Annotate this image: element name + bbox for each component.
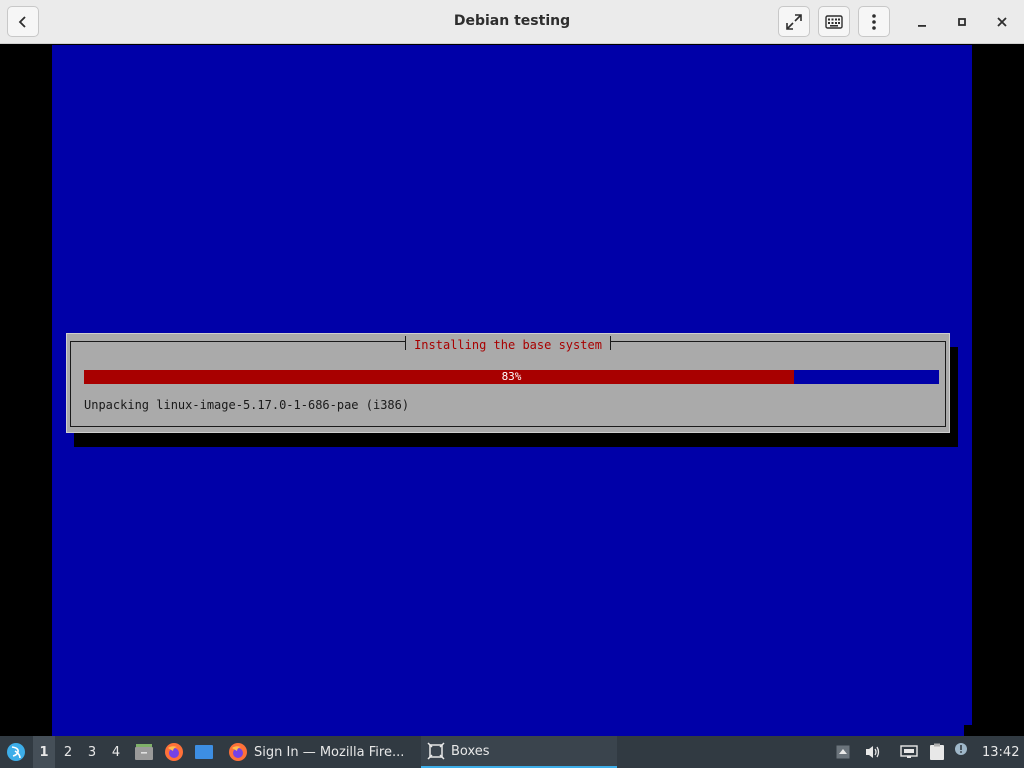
fullscreen-button[interactable]	[778, 6, 810, 37]
task-boxes[interactable]: Boxes	[421, 736, 617, 768]
firefox-icon	[165, 743, 183, 761]
status-text: Unpacking linux-image-5.17.0-1-686-pae (…	[84, 398, 410, 412]
files-launcher[interactable]	[133, 736, 155, 768]
maximize-button[interactable]	[946, 6, 978, 37]
volume-icon	[866, 746, 880, 758]
close-icon	[997, 16, 1007, 27]
files-icon	[135, 744, 153, 760]
workspace-3[interactable]: 3	[81, 736, 103, 768]
desktop-launcher[interactable]	[193, 736, 215, 768]
header-bar: Debian testing	[0, 0, 1024, 44]
firefox-icon	[229, 743, 247, 761]
firefox-launcher[interactable]	[163, 736, 185, 768]
clipboard[interactable]	[926, 736, 948, 768]
task-label: Sign In — Mozilla Fire...	[254, 744, 405, 760]
task-label: Boxes	[451, 743, 490, 759]
menu-button[interactable]	[858, 6, 890, 37]
notifications[interactable]	[952, 736, 970, 768]
volume-control[interactable]	[862, 736, 884, 768]
desktop-icon	[195, 745, 213, 759]
installer-screen: Installing the base system 83% Unpacking…	[52, 45, 972, 736]
progress-bar: 83%	[84, 370, 939, 384]
close-button[interactable]	[986, 6, 1018, 37]
back-button[interactable]	[7, 6, 39, 37]
app-launcher-icon	[7, 743, 25, 761]
installer-dialog: Installing the base system 83% Unpacking…	[66, 333, 950, 433]
chevron-left-icon	[18, 15, 26, 28]
minimize-button[interactable]	[906, 6, 938, 37]
dialog-frame: Installing the base system 83% Unpacking…	[70, 336, 946, 427]
keyboard-button[interactable]	[818, 6, 850, 37]
tray-expand[interactable]	[834, 736, 852, 768]
minimize-icon	[918, 24, 926, 27]
workspace-1[interactable]: 1	[33, 736, 55, 768]
progress-label: 83%	[501, 370, 522, 383]
kebab-menu-icon	[872, 13, 876, 30]
clipboard-icon	[930, 743, 944, 760]
notification-icon	[955, 743, 967, 755]
dialog-title: Installing the base system	[71, 336, 945, 356]
dialog-title-text: Installing the base system	[405, 336, 611, 352]
vm-display[interactable]: Installing the base system 83% Unpacking…	[0, 45, 1024, 736]
boxes-icon	[427, 742, 445, 760]
taskbar: 1 2 3 4 Sign In — Mozilla Fire... Boxes …	[0, 736, 1024, 768]
network-icon	[900, 745, 918, 758]
clock[interactable]: 13:42	[982, 736, 1022, 768]
tray-arrow-icon	[836, 745, 850, 759]
network-status[interactable]	[898, 736, 920, 768]
fullscreen-icon	[786, 13, 802, 30]
vm-corner	[964, 725, 972, 736]
app-launcher-button[interactable]	[4, 736, 28, 768]
task-firefox[interactable]: Sign In — Mozilla Fire...	[222, 736, 416, 768]
workspace-2[interactable]: 2	[57, 736, 79, 768]
maximize-icon	[958, 17, 966, 26]
workspace-4[interactable]: 4	[105, 736, 127, 768]
keyboard-icon	[825, 14, 843, 29]
